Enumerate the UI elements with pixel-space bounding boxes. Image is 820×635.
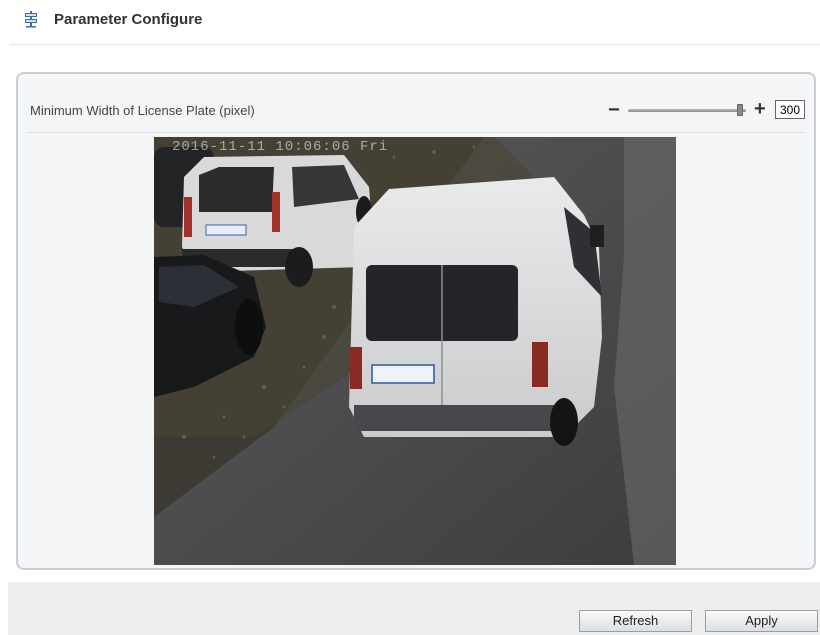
page-header: Parameter Configure bbox=[0, 0, 820, 44]
plate-width-row: Minimum Width of License Plate (pixel) −… bbox=[30, 98, 808, 130]
row-divider bbox=[26, 132, 806, 133]
camera-snapshot[interactable]: 2016-11-11 10:06:06 Fri bbox=[154, 137, 676, 565]
plate-width-label: Minimum Width of License Plate (pixel) bbox=[30, 103, 255, 118]
refresh-button[interactable]: Refresh bbox=[579, 610, 692, 632]
increase-button[interactable]: + bbox=[754, 98, 766, 120]
apply-button[interactable]: Apply bbox=[705, 610, 818, 632]
decrease-button[interactable]: − bbox=[608, 100, 620, 120]
page-title: Parameter Configure bbox=[54, 11, 203, 28]
plate-width-input[interactable] bbox=[775, 100, 805, 119]
footer-bar: Refresh Apply bbox=[8, 582, 820, 635]
camera-scene bbox=[154, 137, 676, 565]
camera-timestamp: 2016-11-11 10:06:06 Fri bbox=[172, 139, 389, 155]
plate-width-slider[interactable] bbox=[628, 109, 746, 112]
slider-thumb[interactable] bbox=[736, 104, 743, 116]
header-divider bbox=[10, 44, 820, 45]
signpost-icon bbox=[25, 11, 37, 28]
